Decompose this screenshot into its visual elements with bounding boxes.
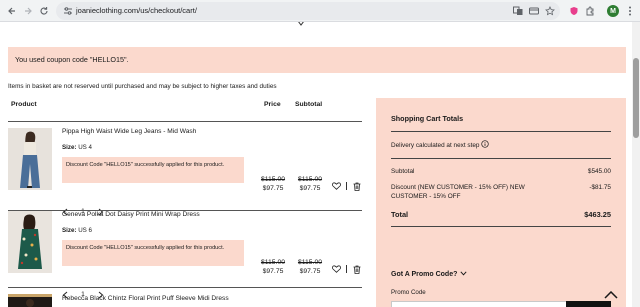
url-text[interactable]: joanieclothing.com/us/checkout/cart/ bbox=[76, 5, 197, 17]
chevron-down-icon bbox=[460, 270, 467, 280]
item-subtotal: $115.00 $97.75 bbox=[292, 258, 328, 276]
item-name[interactable]: Pippa High Waist Wide Leg Jeans - Mid Wa… bbox=[62, 127, 196, 136]
price-original: $115.00 bbox=[260, 259, 286, 266]
cart-totals-panel: Shopping Cart Totals Delivery calculated… bbox=[376, 98, 626, 307]
scroll-to-top-button[interactable] bbox=[601, 288, 621, 302]
shield-icon[interactable] bbox=[566, 3, 582, 19]
action-separator bbox=[346, 265, 347, 273]
subtotal-discounted: $97.75 bbox=[299, 185, 321, 192]
product-image-floral-dress[interactable] bbox=[8, 294, 52, 307]
total-value: $463.25 bbox=[584, 210, 611, 219]
coupon-banner: You used coupon code "HELLO15". bbox=[8, 47, 626, 73]
subtotal-label: Subtotal bbox=[391, 168, 415, 175]
totals-title: Shopping Cart Totals bbox=[391, 114, 464, 123]
item-price: $115.00 $97.75 bbox=[255, 258, 291, 276]
column-header-product: Product bbox=[11, 101, 37, 108]
header-divider bbox=[8, 121, 362, 122]
cart-item: Geneva Polka Dot Daisy Print Mini Wrap D… bbox=[8, 210, 362, 299]
discount-notice: Discount Code "HELLO15" successfully app… bbox=[62, 240, 244, 266]
totals-divider bbox=[391, 226, 611, 227]
page-scrollbar[interactable] bbox=[632, 22, 640, 307]
size-label: Size: bbox=[62, 227, 77, 234]
trash-icon[interactable] bbox=[352, 264, 362, 274]
heading-fragment bbox=[297, 22, 309, 26]
discount-label: Discount (NEW CUSTOMER - 15% OFF) NEW CU… bbox=[391, 184, 525, 200]
item-size: Size: US 4 bbox=[62, 143, 92, 152]
price-discounted: $97.75 bbox=[262, 185, 284, 192]
subtotal-value: $545.00 bbox=[587, 168, 611, 175]
scrollbar-thumb[interactable] bbox=[633, 58, 639, 138]
profile-avatar[interactable]: M bbox=[607, 5, 619, 17]
subtotal-discounted: $97.75 bbox=[299, 268, 321, 275]
info-icon[interactable] bbox=[481, 140, 490, 151]
item-divider bbox=[8, 287, 362, 288]
cart-item: Pippa High Waist Wide Leg Jeans - Mid Wa… bbox=[8, 127, 362, 216]
browser-toolbar: joanieclothing.com/us/checkout/cart/ M bbox=[0, 0, 640, 22]
cart-item: Rebecca Black Chintz Floral Print Puff S… bbox=[8, 293, 362, 307]
cart-page: You used coupon code "HELLO15". Items in… bbox=[0, 22, 632, 307]
promo-code-toggle[interactable]: Got A Promo Code? bbox=[391, 270, 467, 280]
column-header-price: Price bbox=[264, 101, 281, 108]
size-value: US 4 bbox=[78, 144, 92, 151]
column-header-subtotal: Subtotal bbox=[295, 101, 323, 108]
heart-icon[interactable] bbox=[331, 264, 341, 274]
price-discounted: $97.75 bbox=[262, 268, 284, 275]
price-original: $115.00 bbox=[260, 176, 286, 183]
item-price: $115.00 $97.75 bbox=[255, 175, 291, 193]
coupon-banner-text: You used coupon code "HELLO15". bbox=[15, 55, 129, 64]
size-value: US 6 bbox=[78, 227, 92, 234]
subtotal-original: $115.00 bbox=[297, 259, 323, 266]
promo-code-label: Promo Code bbox=[391, 289, 426, 296]
subtotal-original: $115.00 bbox=[297, 176, 323, 183]
basket-note: Items in basket are not reserved until p… bbox=[8, 83, 277, 90]
totals-divider bbox=[391, 158, 611, 159]
item-name[interactable]: Rebecca Black Chintz Floral Print Puff S… bbox=[62, 294, 229, 303]
credit-card-icon[interactable] bbox=[528, 5, 540, 17]
translate-icon[interactable] bbox=[512, 5, 524, 17]
item-size: Size: US 6 bbox=[62, 226, 92, 235]
item-name[interactable]: Geneva Polka Dot Daisy Print Mini Wrap D… bbox=[62, 210, 200, 219]
tune-icon[interactable] bbox=[62, 5, 74, 17]
total-label: Total bbox=[391, 210, 409, 219]
star-icon[interactable] bbox=[544, 5, 556, 17]
discount-notice: Discount Code "HELLO15" successfully app… bbox=[62, 157, 244, 183]
heart-icon[interactable] bbox=[331, 181, 341, 191]
promo-code-input[interactable] bbox=[391, 301, 567, 307]
delivery-note: Delivery calculated at next step bbox=[391, 140, 490, 151]
discount-notice-text: Discount Code "HELLO15" successfully app… bbox=[66, 162, 225, 168]
item-subtotal: $115.00 $97.75 bbox=[292, 175, 328, 193]
delivery-note-text: Delivery calculated at next step bbox=[391, 142, 480, 149]
trash-icon[interactable] bbox=[352, 181, 362, 191]
back-icon[interactable] bbox=[4, 3, 20, 19]
kebab-menu-icon[interactable] bbox=[622, 3, 638, 19]
puzzle-icon[interactable] bbox=[582, 3, 598, 19]
reload-icon[interactable] bbox=[36, 3, 52, 19]
discount-value: -$81.75 bbox=[589, 184, 611, 191]
size-label: Size: bbox=[62, 144, 77, 151]
forward-icon[interactable] bbox=[20, 3, 36, 19]
promo-toggle-label: Got A Promo Code? bbox=[391, 271, 458, 278]
address-bar[interactable]: joanieclothing.com/us/checkout/cart/ bbox=[56, 2, 560, 20]
totals-divider bbox=[391, 131, 611, 132]
product-image-jeans[interactable] bbox=[8, 128, 52, 190]
product-image-dress[interactable] bbox=[8, 211, 52, 273]
action-separator bbox=[346, 182, 347, 190]
discount-notice-text: Discount Code "HELLO15" successfully app… bbox=[66, 245, 225, 251]
